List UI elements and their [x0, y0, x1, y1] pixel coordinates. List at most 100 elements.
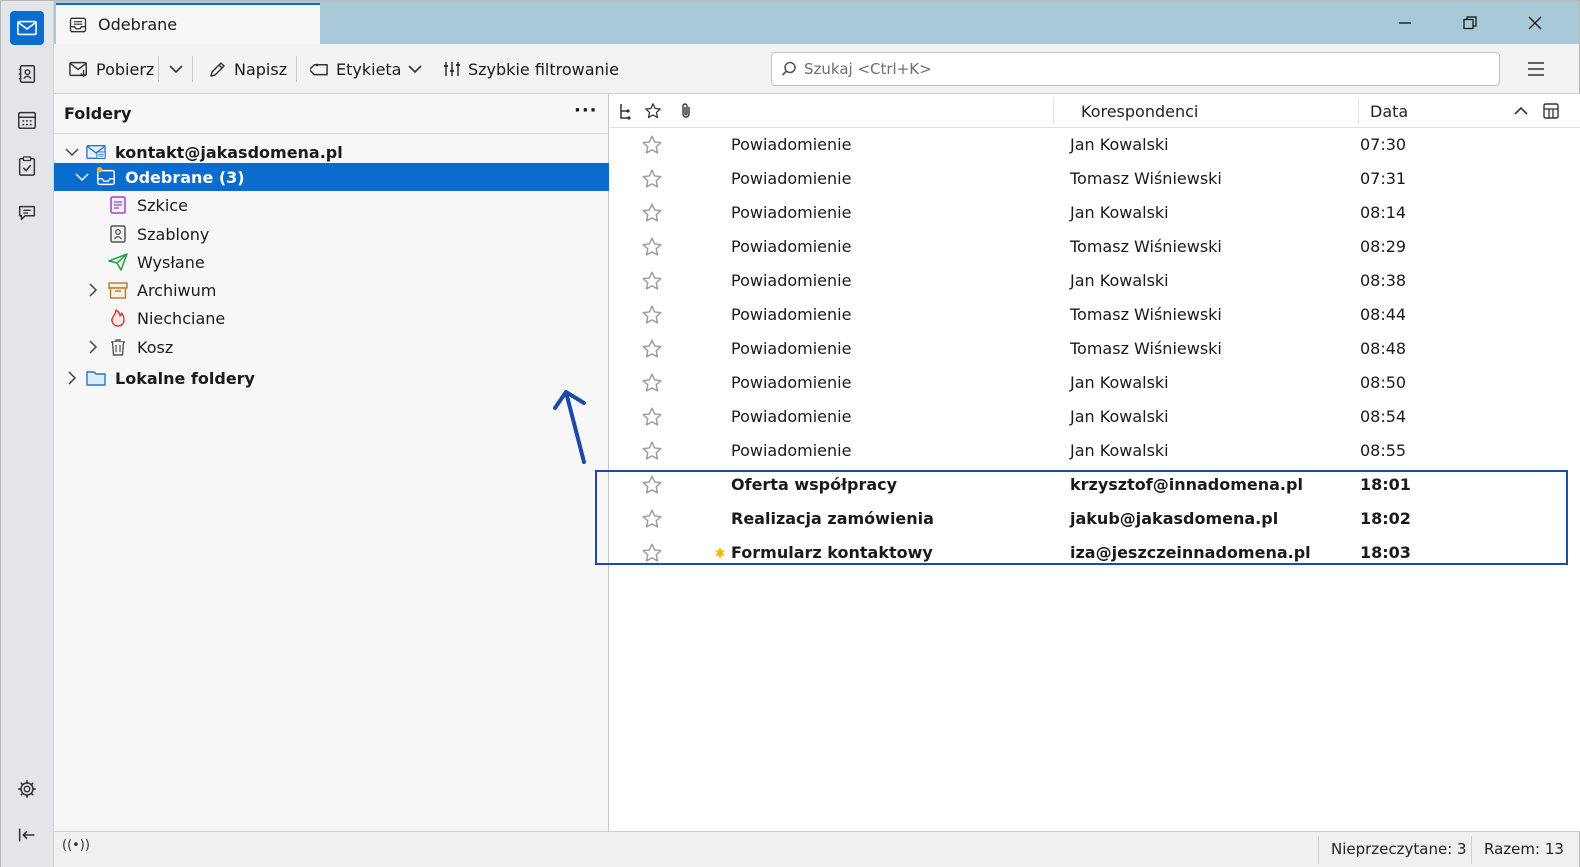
correspondents-column-header[interactable]: Korespondenci	[1081, 102, 1198, 121]
message-row[interactable]: Powiadomienie Jan Kowalski 07:30	[610, 128, 1580, 162]
paperclip-icon	[682, 103, 690, 118]
star-outline-icon[interactable]	[641, 202, 663, 224]
chat-space-button[interactable]	[10, 196, 44, 230]
activity-icon[interactable]: ((•))	[62, 838, 90, 853]
account-name: kontakt@jakasdomena.pl	[115, 142, 343, 162]
attachment-column-button[interactable]	[677, 102, 695, 120]
get-messages-label: Pobierz	[96, 59, 155, 79]
message-date: 08:48	[1360, 339, 1407, 358]
message-row[interactable]: Powiadomienie Tomasz Wiśniewski 08:48	[610, 332, 1580, 366]
message-date: 08:50	[1360, 373, 1407, 392]
star-outline-icon[interactable]	[641, 134, 663, 156]
message-list-pane: Korespondenci Data Powiadomienie Jan Kowa…	[610, 94, 1580, 831]
folder-pane-title: Foldery	[64, 104, 132, 123]
settings-space-button[interactable]	[10, 772, 44, 806]
close-button[interactable]	[1504, 1, 1566, 44]
star-outline-icon[interactable]	[641, 168, 663, 190]
message-date: 18:01	[1360, 475, 1411, 494]
mail-space-button[interactable]	[10, 11, 44, 45]
star-outline-icon[interactable]	[641, 372, 663, 394]
search-box[interactable]	[771, 52, 1500, 86]
message-row[interactable]: Realizacja zamówienia jakub@jakasdomena.p…	[610, 502, 1580, 536]
folder-pane: Foldery ··· kontakt@jakasdomena.pl Odebr…	[54, 94, 609, 831]
message-correspondent: Jan Kowalski	[1070, 373, 1169, 392]
message-row[interactable]: Powiadomienie Tomasz Wiśniewski 08:29	[610, 230, 1580, 264]
folder-account[interactable]: kontakt@jakasdomena.pl	[54, 138, 609, 166]
column-picker-button[interactable]	[1542, 102, 1560, 120]
message-row[interactable]: Powiadomienie Tomasz Wiśniewski 07:31	[610, 162, 1580, 196]
message-subject: Powiadomienie	[731, 305, 852, 324]
message-correspondent: krzysztof@innadomena.pl	[1070, 475, 1303, 494]
folder-archive[interactable]: Archiwum	[54, 276, 609, 304]
folder-pane-more-button[interactable]: ···	[574, 100, 598, 121]
folder-trash[interactable]: Kosz	[54, 333, 609, 361]
minimize-button[interactable]	[1374, 1, 1436, 44]
get-messages-dropdown[interactable]	[162, 53, 190, 85]
message-row[interactable]: Oferta współpracy krzysztof@innadomena.pl…	[610, 468, 1580, 502]
message-row[interactable]: Formularz kontaktowy iza@jeszczeinnadomen…	[610, 536, 1580, 570]
message-row[interactable]: Powiadomienie Jan Kowalski 08:54	[610, 400, 1580, 434]
message-row[interactable]: Powiadomienie Jan Kowalski 08:50	[610, 366, 1580, 400]
tag-label: Etykieta	[336, 59, 402, 79]
star-outline-icon[interactable]	[641, 440, 663, 462]
write-button[interactable]: Napisz	[202, 53, 293, 85]
new-message-icon	[715, 547, 725, 559]
write-label: Napisz	[234, 59, 288, 79]
tasks-space-button[interactable]	[10, 149, 44, 183]
folder-sent[interactable]: Wysłane	[54, 248, 609, 276]
thread-column-button[interactable]	[616, 102, 634, 120]
mail-toolbar: Pobierz Napisz Etykieta Szybkie filtrowa…	[54, 44, 1579, 94]
message-subject: Formularz kontaktowy	[731, 543, 933, 562]
message-row[interactable]: Powiadomienie Jan Kowalski 08:55	[610, 434, 1580, 468]
collapse-icon	[18, 828, 35, 842]
chevron-right-icon[interactable]	[85, 282, 101, 298]
message-subject: Powiadomienie	[731, 169, 852, 188]
star-outline-icon[interactable]	[641, 270, 663, 292]
message-date: 18:03	[1360, 543, 1411, 562]
calendar-space-button[interactable]	[10, 103, 44, 137]
star-outline-icon[interactable]	[641, 508, 663, 530]
chevron-down-icon[interactable]	[64, 144, 80, 160]
spaces-toolbar	[1, 1, 54, 867]
address-book-space-button[interactable]	[10, 57, 44, 91]
folder-templates[interactable]: Szablony	[54, 220, 609, 248]
inbox-icon	[69, 17, 87, 32]
chevron-right-icon[interactable]	[64, 370, 80, 386]
app-menu-button[interactable]	[1520, 54, 1552, 84]
chevron-up-icon	[1514, 106, 1528, 115]
message-subject: Powiadomienie	[731, 441, 852, 460]
get-messages-button[interactable]: Pobierz	[62, 53, 160, 85]
local-folder-icon	[85, 367, 107, 389]
maximize-button[interactable]	[1439, 1, 1501, 44]
folder-junk[interactable]: Niechciane	[54, 304, 609, 332]
chevron-down-icon[interactable]	[74, 169, 90, 185]
message-row[interactable]: Powiadomienie Jan Kowalski 08:14	[610, 196, 1580, 230]
star-outline-icon[interactable]	[641, 236, 663, 258]
folder-local[interactable]: Lokalne foldery	[54, 364, 609, 392]
templates-icon	[107, 223, 129, 245]
message-row[interactable]: Powiadomienie Tomasz Wiśniewski 08:44	[610, 298, 1580, 332]
drafts-icon	[107, 194, 129, 216]
tab-inbox[interactable]: Odebrane	[56, 3, 320, 44]
star-outline-icon[interactable]	[641, 304, 663, 326]
calendar-icon	[18, 111, 36, 129]
search-input[interactable]	[804, 60, 1484, 78]
sort-ascending-button[interactable]	[1512, 102, 1530, 120]
status-separator	[1471, 836, 1472, 864]
star-outline-icon[interactable]	[641, 338, 663, 360]
star-column-button[interactable]	[644, 102, 662, 120]
star-outline-icon[interactable]	[641, 406, 663, 428]
filter-sliders-icon	[444, 62, 460, 76]
unread-count: Nieprzeczytane: 3	[1331, 840, 1467, 858]
folder-inbox[interactable]: Odebrane (3)	[54, 163, 609, 191]
quick-filter-button[interactable]: Szybkie filtrowanie	[436, 53, 625, 85]
date-column-header[interactable]: Data	[1370, 102, 1408, 121]
star-outline-icon[interactable]	[641, 474, 663, 496]
star-outline-icon[interactable]	[641, 542, 663, 564]
chevron-right-icon[interactable]	[85, 339, 101, 355]
message-row[interactable]: Powiadomienie Jan Kowalski 08:38	[610, 264, 1580, 298]
folder-drafts[interactable]: Szkice	[54, 191, 609, 219]
tag-button[interactable]: Etykieta	[304, 53, 429, 85]
message-subject: Powiadomienie	[731, 135, 852, 154]
collapse-spaces-button[interactable]	[10, 818, 44, 852]
